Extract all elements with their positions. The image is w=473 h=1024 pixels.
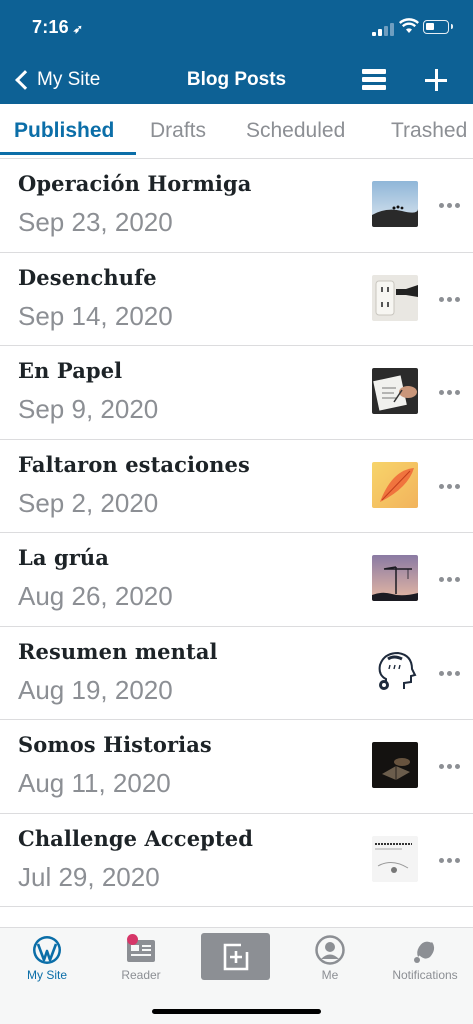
post-date: Sep 2, 2020 xyxy=(18,487,159,518)
post-row[interactable]: Faltaron estaciones Sep 2, 2020 xyxy=(0,440,473,533)
more-options-icon[interactable] xyxy=(439,764,461,770)
unread-badge-icon xyxy=(127,934,138,945)
post-date: Sep 9, 2020 xyxy=(18,394,159,424)
post-title: En Papel xyxy=(18,358,123,383)
post-title: La grúa xyxy=(18,545,110,570)
more-options-icon[interactable] xyxy=(439,857,461,864)
post-thumbnail xyxy=(372,835,418,882)
new-post-button[interactable] xyxy=(201,933,270,980)
post-date: Aug 11, 2020 xyxy=(18,768,171,798)
more-options-icon[interactable] xyxy=(439,483,461,490)
more-options-icon[interactable] xyxy=(439,670,461,677)
post-list: Operación Hormiga Sep 23, 2020 Desenchuf… xyxy=(0,159,473,907)
post-title: Somos Historias xyxy=(18,732,212,757)
post-thumbnail xyxy=(372,555,418,601)
me-icon xyxy=(315,935,345,965)
post-thumbnail xyxy=(372,181,418,227)
list-view-icon[interactable] xyxy=(362,69,386,91)
page-title: Blog Posts xyxy=(186,69,287,90)
post-row[interactable]: Somos Historias Aug 11, 2020 xyxy=(0,720,473,814)
tab-trashed[interactable]: Trashed xyxy=(391,119,467,143)
post-date: Sep 23, 2020 xyxy=(18,207,173,237)
tab-label: Me xyxy=(321,968,339,982)
new-post-icon xyxy=(223,943,249,971)
tab-label: Notifications xyxy=(392,968,458,982)
post-row[interactable]: Operación Hormiga Sep 23, 2020 xyxy=(0,159,473,253)
post-date: Aug 19, 2020 xyxy=(18,674,173,705)
more-options-icon[interactable] xyxy=(439,390,461,396)
status-bar: 7:16 ➶ xyxy=(0,0,473,56)
tab-drafts[interactable]: Drafts xyxy=(150,119,206,143)
bell-icon xyxy=(414,939,436,963)
tab-label: My Site xyxy=(26,968,67,982)
add-post-icon[interactable] xyxy=(424,68,448,92)
post-thumbnail xyxy=(372,461,418,508)
tab-label: Reader xyxy=(121,968,161,982)
tab-me[interactable]: Me xyxy=(283,928,377,988)
more-options-icon[interactable] xyxy=(439,577,461,583)
post-thumbnail xyxy=(372,368,418,414)
post-row[interactable]: Desenchufe Sep 14, 2020 xyxy=(0,253,473,346)
tab-published[interactable]: Published xyxy=(14,119,114,143)
post-title: Challenge Accepted xyxy=(18,825,253,851)
battery-icon xyxy=(423,20,453,34)
active-tab-indicator xyxy=(0,152,136,155)
post-thumbnail xyxy=(372,274,418,321)
post-date: Aug 26, 2020 xyxy=(18,581,173,611)
post-row[interactable]: Challenge Accepted Jul 29, 2020 xyxy=(0,814,473,907)
post-thumbnail xyxy=(372,742,418,788)
post-title: Operación Hormiga xyxy=(18,171,252,196)
tab-my-site[interactable]: My Site xyxy=(0,928,94,988)
more-options-icon[interactable] xyxy=(439,203,461,209)
post-title: Resumen mental xyxy=(18,638,218,664)
post-row[interactable]: La grúa Aug 26, 2020 xyxy=(0,533,473,627)
nav-bar: My Site Blog Posts xyxy=(0,56,473,104)
post-title: Desenchufe xyxy=(18,264,157,290)
post-row[interactable]: Resumen mental Aug 19, 2020 xyxy=(0,627,473,720)
wifi-icon xyxy=(399,18,419,33)
post-row[interactable]: En Papel Sep 9, 2020 xyxy=(0,346,473,440)
tab-notifications[interactable]: Notifications xyxy=(378,928,472,988)
tab-reader[interactable]: Reader xyxy=(94,928,188,988)
tab-scheduled[interactable]: Scheduled xyxy=(246,119,345,143)
more-options-icon[interactable] xyxy=(439,296,461,303)
tab-new-post[interactable] xyxy=(189,928,283,988)
home-indicator xyxy=(152,1009,321,1014)
wordpress-icon xyxy=(33,936,61,964)
status-time: 7:16 ➶ xyxy=(32,17,84,37)
post-thumbnail xyxy=(372,648,418,695)
post-date: Jul 29, 2020 xyxy=(18,861,160,892)
app-header: 7:16 ➶ My Site Blog Posts xyxy=(0,0,473,104)
post-date: Sep 14, 2020 xyxy=(18,300,173,331)
location-icon: ➶ xyxy=(72,22,84,36)
post-title: Faltaron estaciones xyxy=(18,451,250,477)
filter-tabs: Published Drafts Scheduled Trashed xyxy=(0,104,473,159)
signal-icon xyxy=(372,22,396,36)
